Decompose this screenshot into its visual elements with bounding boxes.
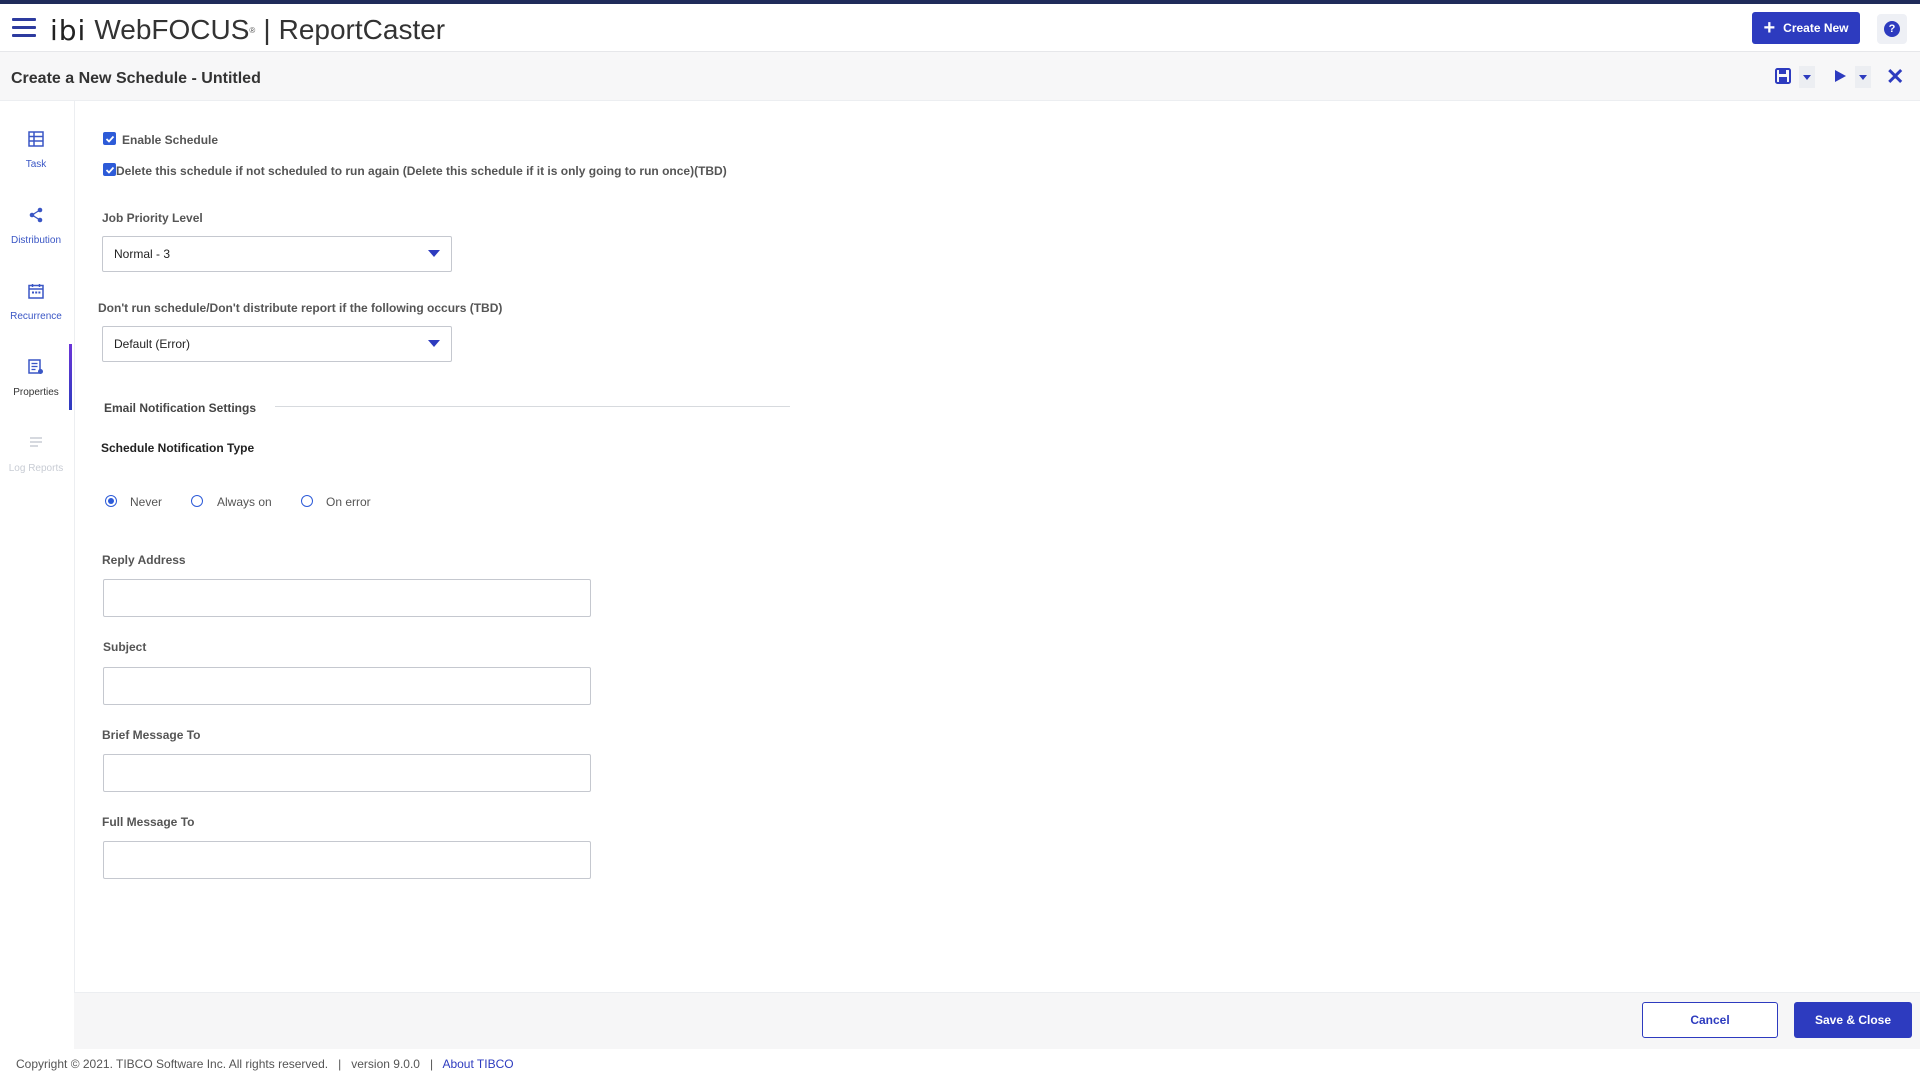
footer-separator: |: [338, 1057, 342, 1071]
properties-form: Enable Schedule Delete this schedule if …: [74, 101, 1920, 991]
email-section-title: Email Notification Settings: [104, 401, 257, 415]
radio-never[interactable]: [105, 495, 117, 507]
sidebar-item-label: Properties: [13, 387, 59, 398]
radio-on-error-label: On error: [326, 495, 371, 509]
subject-label: Subject: [103, 640, 147, 654]
save-options-dropdown[interactable]: [1799, 66, 1815, 88]
chevron-down-icon: [428, 250, 440, 257]
share-icon: [29, 207, 43, 223]
chevron-down-icon: [428, 340, 440, 347]
notification-type-label: Schedule Notification Type: [101, 441, 255, 455]
brief-message-label: Brief Message To: [102, 728, 201, 742]
reply-address-label: Reply Address: [102, 553, 186, 567]
log-icon: [30, 437, 42, 447]
table-icon: [28, 131, 44, 147]
delete-schedule-label: Delete this schedule if not scheduled to…: [116, 164, 727, 178]
run-icon[interactable]: [1832, 68, 1848, 84]
radio-always-on[interactable]: [191, 495, 203, 507]
create-new-button[interactable]: + Create New: [1752, 12, 1860, 44]
radio-always-on-label: Always on: [217, 495, 272, 509]
sidebar-item-label: Recurrence: [10, 311, 62, 322]
job-priority-select[interactable]: Normal - 3: [102, 236, 452, 272]
checkmark-icon: [105, 166, 114, 174]
checkmark-icon: [105, 135, 114, 143]
product-name: WebFOCUS: [94, 14, 250, 45]
radio-on-error[interactable]: [301, 495, 313, 507]
page-title: Create a New Schedule - Untitled: [11, 70, 261, 87]
properties-icon: [28, 359, 43, 374]
help-icon: ?: [1884, 21, 1900, 37]
subject-input[interactable]: [103, 667, 591, 705]
chevron-down-icon: [1803, 74, 1811, 80]
delete-schedule-checkbox[interactable]: [103, 163, 116, 176]
registered-mark: ®: [249, 25, 256, 35]
sidebar-item-log-reports: Log Reports: [0, 435, 72, 499]
menu-icon[interactable]: [12, 18, 36, 38]
enable-schedule-label: Enable Schedule: [122, 133, 219, 147]
job-priority-value: Normal - 3: [114, 247, 171, 261]
brief-message-input[interactable]: [103, 754, 591, 792]
app-logo: ibi WebFOCUS ® | ReportCaster: [50, 12, 445, 48]
help-button[interactable]: ?: [1877, 14, 1907, 44]
enable-schedule-checkbox[interactable]: [103, 132, 116, 145]
sidebar-item-properties[interactable]: Properties: [0, 359, 72, 423]
sidebar-item-label: Log Reports: [8, 463, 64, 474]
full-message-label: Full Message To: [102, 815, 195, 829]
sidebar-item-recurrence[interactable]: Recurrence: [0, 283, 72, 347]
chevron-down-icon: [1859, 74, 1867, 80]
sidebar-nav: Task Distribution Recurrence Properties …: [0, 101, 75, 1048]
ibi-logo-mark: ibi: [50, 13, 87, 47]
calendar-icon: [28, 284, 44, 299]
run-options-dropdown[interactable]: [1855, 66, 1871, 88]
create-new-label: Create New: [1783, 21, 1849, 35]
logo-separator: |: [263, 14, 271, 45]
job-priority-label: Job Priority Level: [102, 211, 203, 225]
reply-address-input[interactable]: [103, 579, 591, 617]
page-header: Create a New Schedule - Untitled ✕: [0, 52, 1920, 101]
version-text: version 9.0.0: [351, 1057, 420, 1071]
about-tibco-link[interactable]: About TIBCO: [442, 1057, 513, 1071]
dont-run-select[interactable]: Default (Error): [102, 326, 452, 362]
dont-run-value: Default (Error): [114, 337, 191, 351]
section-divider: [275, 406, 790, 407]
copyright-text: Copyright © 2021. TIBCO Software Inc. Al…: [16, 1057, 329, 1071]
copyright-footer: Copyright © 2021. TIBCO Software Inc. Al…: [16, 1057, 514, 1071]
sidebar-item-task[interactable]: Task: [0, 131, 72, 195]
close-icon[interactable]: ✕: [1886, 64, 1904, 90]
save-icon[interactable]: [1775, 68, 1791, 84]
radio-never-label: Never: [130, 495, 163, 509]
footer-separator: |: [429, 1057, 434, 1071]
sidebar-item-distribution[interactable]: Distribution: [0, 207, 72, 271]
plus-icon: +: [1763, 17, 1776, 39]
app-header: ibi WebFOCUS ® | ReportCaster + Create Ne…: [0, 4, 1920, 52]
module-name: ReportCaster: [278, 14, 446, 45]
sidebar-item-label: Distribution: [10, 235, 62, 246]
sidebar-item-label: Task: [25, 159, 47, 170]
save-and-close-button[interactable]: Save & Close: [1794, 1002, 1912, 1038]
dont-run-label: Don't run schedule/Don't distribute repo…: [98, 301, 503, 315]
active-tab-indicator: [69, 344, 72, 410]
cancel-button[interactable]: Cancel: [1642, 1002, 1778, 1038]
full-message-input[interactable]: [103, 841, 591, 879]
